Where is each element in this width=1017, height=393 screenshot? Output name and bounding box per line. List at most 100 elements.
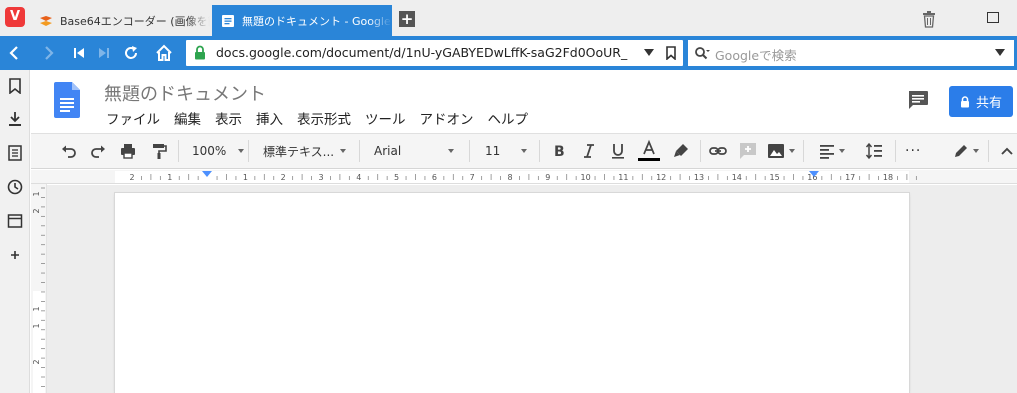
- zoom-select[interactable]: 100%: [192, 134, 245, 168]
- search-field[interactable]: Googleで検索: [688, 40, 1014, 66]
- new-tab-button[interactable]: +: [399, 11, 415, 27]
- url-field[interactable]: docs.google.com/document/d/1nU-yGABYEDwL…: [186, 40, 683, 66]
- font-select[interactable]: Arial: [374, 134, 455, 168]
- forward-icon[interactable]: [39, 44, 57, 62]
- home-icon[interactable]: [155, 44, 173, 62]
- menu-addons[interactable]: アドオン: [420, 108, 474, 128]
- editing-mode-button[interactable]: [952, 134, 979, 168]
- bold-button[interactable]: B: [550, 134, 568, 168]
- reload-icon[interactable]: [122, 44, 140, 62]
- italic-icon: [584, 144, 594, 158]
- history-panel-icon[interactable]: [7, 179, 23, 195]
- ruler-label: 18: [883, 173, 893, 182]
- ruler-label: 11: [618, 173, 628, 182]
- document-page[interactable]: [115, 193, 909, 393]
- underline-button[interactable]: [609, 134, 627, 168]
- bold-icon: B: [554, 144, 565, 160]
- undo-button[interactable]: [60, 134, 78, 168]
- document-title[interactable]: 無題のドキュメント: [104, 80, 266, 106]
- print-icon: [121, 144, 135, 159]
- svg-text:B: B: [554, 144, 565, 160]
- ruler-label: 13: [694, 173, 704, 182]
- insert-comment-button[interactable]: [739, 134, 757, 168]
- print-button[interactable]: [119, 134, 137, 168]
- menu-file[interactable]: ファイル: [106, 108, 160, 128]
- trash-icon[interactable]: [922, 10, 936, 28]
- add-web-panel-icon[interactable]: [7, 247, 23, 263]
- swirl-orange-icon: [40, 15, 52, 26]
- docs-home-icon[interactable]: [54, 82, 80, 118]
- fast-forward-icon[interactable]: [95, 44, 113, 62]
- ruler-label: 1: [167, 173, 172, 182]
- text-color-button[interactable]: [638, 134, 660, 168]
- ruler-label: 1: [32, 323, 41, 328]
- text-color-icon: [638, 139, 660, 161]
- paint-format-button[interactable]: [150, 134, 168, 168]
- ruler-label: 15: [770, 173, 780, 182]
- font-size-value: 11: [485, 144, 501, 158]
- ruler-label: 4: [356, 173, 361, 182]
- horizontal-ruler[interactable]: 2 1 1 2 3 4 5 6 7 8 9 10 11 12 13 14 15 16 17 18: [31, 170, 1017, 184]
- paragraph-style-select[interactable]: 標準テキス...: [263, 134, 347, 168]
- docs-menu-bar: ファイル 編集 表示 挿入 表示形式 ツール アドオン ヘルプ: [106, 108, 542, 128]
- menu-format[interactable]: 表示形式: [297, 108, 351, 128]
- vivaldi-menu-button[interactable]: V: [5, 7, 25, 27]
- image-icon: [768, 144, 784, 158]
- tab-untitled-document[interactable]: 無題のドキュメント - Google ドキ: [212, 5, 392, 36]
- menu-view[interactable]: 表示: [215, 108, 242, 128]
- paragraph-style-value: 標準テキス...: [263, 144, 335, 159]
- rewind-icon[interactable]: [70, 44, 88, 62]
- ruler-label: 7: [470, 173, 475, 182]
- bookmarks-panel-icon[interactable]: [7, 78, 23, 94]
- menu-edit[interactable]: 編集: [174, 108, 201, 128]
- chevron-up-icon: [1001, 147, 1013, 155]
- tab-base64[interactable]: Base64エンコーダー (画像を簡単: [30, 5, 210, 36]
- back-icon[interactable]: [6, 44, 24, 62]
- ruler-label: 14: [732, 173, 742, 182]
- side-panel: [0, 70, 30, 393]
- comments-icon[interactable]: [907, 90, 929, 110]
- more-options-button[interactable]: ···: [905, 134, 921, 168]
- ruler-label: 6: [432, 173, 437, 182]
- vertical-ruler[interactable]: 1 2 1 1 2: [31, 184, 47, 393]
- ruler-label: 12: [656, 173, 666, 182]
- font-size-select[interactable]: 11: [485, 134, 528, 168]
- window-panel-icon[interactable]: [7, 213, 23, 229]
- downloads-panel-icon[interactable]: [7, 111, 23, 127]
- url-dropdown-icon[interactable]: [644, 49, 654, 56]
- ruler-label: 2: [32, 359, 41, 364]
- search-icon: [695, 47, 710, 60]
- font-value: Arial: [374, 144, 402, 158]
- line-spacing-button[interactable]: [865, 134, 883, 168]
- ruler-label: 1: [32, 306, 41, 311]
- ruler-label: 3: [318, 173, 323, 182]
- undo-icon: [62, 145, 76, 158]
- bookmark-icon[interactable]: [666, 46, 676, 60]
- insert-link-button[interactable]: [709, 134, 727, 168]
- ruler-label: 10: [581, 173, 591, 182]
- highlight-color-button[interactable]: [672, 134, 690, 168]
- url-text: docs.google.com/document/d/1nU-yGABYEDwL…: [216, 45, 628, 60]
- menu-tools[interactable]: ツール: [365, 108, 406, 128]
- lock-icon: [195, 45, 205, 60]
- collapse-toolbar-button[interactable]: [998, 134, 1016, 168]
- ruler-label: 1: [32, 191, 41, 196]
- notes-panel-icon[interactable]: [7, 145, 23, 161]
- lock-icon: [960, 95, 969, 107]
- zoom-value: 100%: [192, 144, 227, 158]
- ruler-label: 1: [243, 173, 248, 182]
- share-button[interactable]: 共有: [949, 86, 1013, 117]
- menu-insert[interactable]: 挿入: [256, 108, 283, 128]
- redo-button[interactable]: [89, 134, 107, 168]
- formatting-toolbar: 100% 標準テキス... Arial 11 B ···: [31, 133, 1017, 169]
- window-restore-button[interactable]: [987, 12, 999, 23]
- docs-icon: [222, 14, 234, 27]
- italic-button[interactable]: [580, 134, 598, 168]
- insert-image-button[interactable]: [767, 134, 795, 168]
- tab-strip: V Base64エンコーダー (画像を簡単 無題のドキュメント - Google…: [0, 0, 1017, 36]
- search-engine-dropdown-icon[interactable]: [995, 49, 1005, 56]
- align-button[interactable]: [818, 134, 845, 168]
- menu-help[interactable]: ヘルプ: [488, 108, 529, 128]
- ruler-label: 9: [545, 173, 550, 182]
- search-placeholder: Googleで検索: [715, 48, 797, 63]
